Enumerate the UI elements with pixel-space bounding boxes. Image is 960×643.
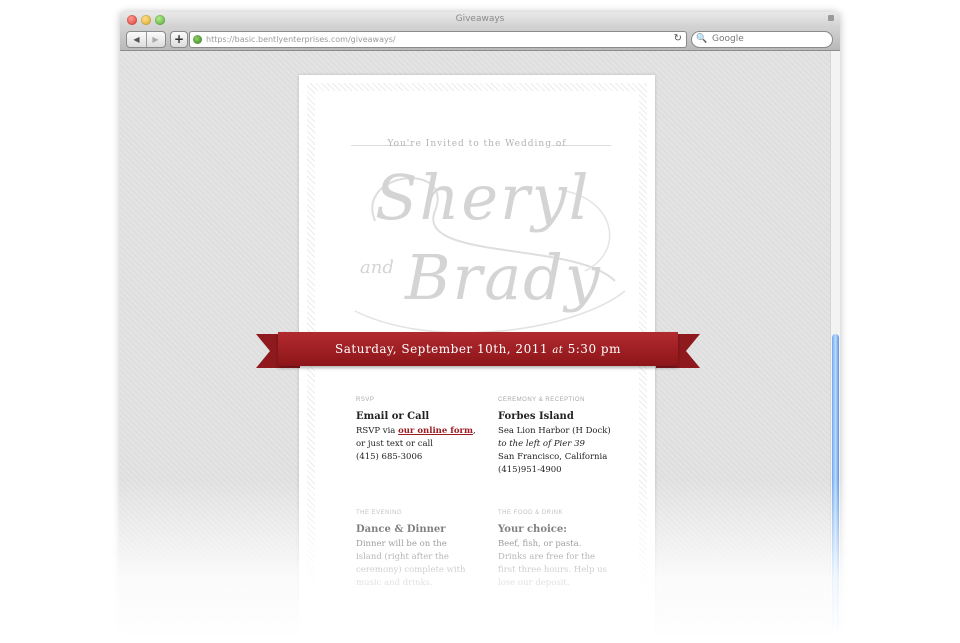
invited-line: You're Invited to the Wedding of [387, 139, 567, 149]
rsvp-column: RSVP Email or Call RSVP via our online f… [356, 397, 476, 464]
search-placeholder: Google [712, 34, 744, 44]
evening-line3: ceremony) complete with [356, 565, 466, 575]
date-ribbon: Saturday, September 10th, 2011 at 5:30 p… [256, 332, 700, 368]
food-column: The Food & Drink Your choice: Beef, fish… [498, 510, 618, 590]
food-line1: Beef, fish, or pasta. [498, 539, 582, 549]
rsvp-phone: (415) 685-3006 [356, 452, 423, 462]
ceremony-line3: San Francisco, California [498, 452, 608, 462]
name-first: Sheryl [375, 161, 591, 234]
search-icon: 🔍 [696, 34, 708, 44]
food-line2: Drinks are free for the [498, 552, 596, 562]
food-heading: Your choice: [498, 524, 567, 535]
ceremony-line1: Sea Lion Harbor (H Dock) [498, 426, 611, 436]
scrollbar-thumb[interactable] [832, 334, 839, 632]
evening-line1: Dinner will be on the [356, 539, 447, 549]
couple-names: Sheryl and Brady [315, 161, 639, 341]
food-line3: first three hours. Help us [498, 565, 607, 575]
search-field[interactable]: 🔍 Google [691, 31, 833, 48]
address-bar[interactable]: https://basic.bentlyenterprises.com/give… [189, 31, 687, 48]
wedding-time: 5:30 pm [567, 342, 621, 356]
wedding-date: Saturday, September 10th, 2011 [335, 342, 548, 356]
evening-heading: Dance & Dinner [356, 524, 446, 535]
ceremony-column: Ceremony & Reception Forbes Island Sea L… [498, 397, 618, 477]
reload-icon[interactable]: ↻ [674, 32, 682, 46]
ceremony-line2: to the left of Pier 39 [498, 439, 585, 449]
nav-buttons: ◀ ▶ [126, 31, 166, 48]
lock-icon [828, 15, 834, 21]
add-bookmark-button[interactable]: + [170, 31, 188, 48]
vertical-scrollbar[interactable] [830, 51, 840, 632]
name-second: Brady [405, 241, 602, 314]
title-bar: Giveaways [120, 12, 840, 28]
evening-line4: music and drinks. [356, 578, 433, 588]
window-title: Giveaways [455, 14, 505, 24]
name-and: and [360, 257, 394, 278]
forward-button[interactable]: ▶ [146, 32, 165, 47]
back-button[interactable]: ◀ [127, 32, 147, 47]
ceremony-phone: (415)951-4900 [498, 465, 562, 475]
evening-column: The Evening Dance & Dinner Dinner will b… [356, 510, 476, 590]
food-line4: lose our deposit. [498, 578, 570, 588]
rsvp-line: RSVP via our online form, or just text o… [356, 425, 476, 451]
site-favicon-icon [193, 35, 202, 44]
url-text[interactable]: https://basic.bentlyenterprises.com/give… [206, 33, 396, 46]
rsvp-heading: Email or Call [356, 411, 430, 422]
rsvp-text-pre: RSVP via [356, 426, 396, 436]
rsvp-label: RSVP [356, 397, 375, 403]
ceremony-label: Ceremony & Reception [498, 397, 585, 403]
evening-line2: island (right after the [356, 552, 449, 562]
ceremony-heading: Forbes Island [498, 411, 574, 422]
wedding-at: at [552, 345, 564, 356]
rsvp-online-form-link[interactable]: our online form [398, 426, 473, 436]
browser-toolbar: ◀ ▶ + https://basic.bentlyenterprises.co… [120, 28, 840, 51]
food-label: The Food & Drink [498, 510, 564, 516]
wedding-date-time: Saturday, September 10th, 2011 at 5:30 p… [278, 332, 678, 366]
evening-label: The Evening [356, 510, 403, 516]
